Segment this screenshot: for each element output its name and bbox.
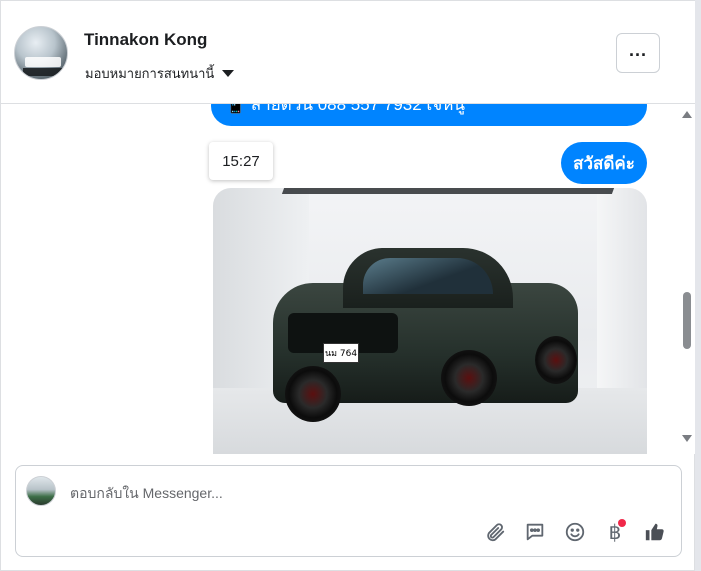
conversation-panel: Tinnakon Kong มอบหมายการสนทนานี้ ... 📱 ส… bbox=[0, 0, 696, 571]
truck-wheel-far bbox=[535, 336, 577, 384]
composer-toolbar: ฿ bbox=[481, 518, 669, 546]
contact-avatar[interactable] bbox=[14, 26, 68, 80]
scroll-down-arrow-icon[interactable] bbox=[682, 435, 692, 442]
more-dots-icon: ... bbox=[628, 40, 647, 60]
reply-input[interactable] bbox=[70, 482, 630, 504]
avatar-sign bbox=[25, 57, 61, 67]
saved-replies-icon[interactable] bbox=[521, 518, 549, 546]
contact-name[interactable]: Tinnakon Kong bbox=[84, 30, 207, 50]
avatar-sign-dark bbox=[23, 68, 63, 76]
thread-scrollbar[interactable] bbox=[681, 104, 693, 454]
truck-wheel-front bbox=[285, 366, 341, 422]
payment-icon[interactable]: ฿ bbox=[601, 518, 629, 546]
photo-ceiling-light bbox=[281, 188, 615, 194]
notification-dot bbox=[618, 519, 626, 527]
license-plate: นม 764 bbox=[323, 343, 359, 363]
more-options-button[interactable]: ... bbox=[616, 33, 660, 73]
truck-windshield bbox=[363, 258, 493, 294]
page-avatar bbox=[26, 476, 56, 506]
scroll-up-arrow-icon[interactable] bbox=[682, 111, 692, 118]
emoji-icon[interactable] bbox=[561, 518, 589, 546]
conversation-header: Tinnakon Kong มอบหมายการสนทนานี้ ... bbox=[1, 1, 696, 104]
like-icon[interactable] bbox=[641, 518, 669, 546]
attachment-icon[interactable] bbox=[481, 518, 509, 546]
truck-wheel-rear bbox=[441, 350, 497, 406]
window-edge bbox=[695, 0, 701, 571]
caret-down-icon bbox=[222, 70, 235, 77]
message-thread: 📱 สายด่วน 088 557 7932 เจ้หนู 15:27 สวัส… bbox=[1, 104, 696, 454]
assign-conversation-dropdown[interactable]: มอบหมายการสนทนานี้ bbox=[85, 63, 235, 84]
assign-label: มอบหมายการสนทนานี้ bbox=[85, 66, 215, 81]
message-photo[interactable]: นม 764 bbox=[213, 188, 647, 454]
scrollbar-thumb[interactable] bbox=[683, 292, 691, 349]
message-timestamp: 15:27 bbox=[209, 142, 273, 180]
outgoing-message-bubble-greeting[interactable]: สวัสดีค่ะ bbox=[561, 142, 647, 184]
message-text: 📱 สายด่วน 088 557 7932 เจ้หนู bbox=[225, 104, 466, 114]
outgoing-message-bubble[interactable]: 📱 สายด่วน 088 557 7932 เจ้หนู bbox=[211, 104, 647, 126]
reply-composer: ฿ bbox=[15, 465, 682, 557]
